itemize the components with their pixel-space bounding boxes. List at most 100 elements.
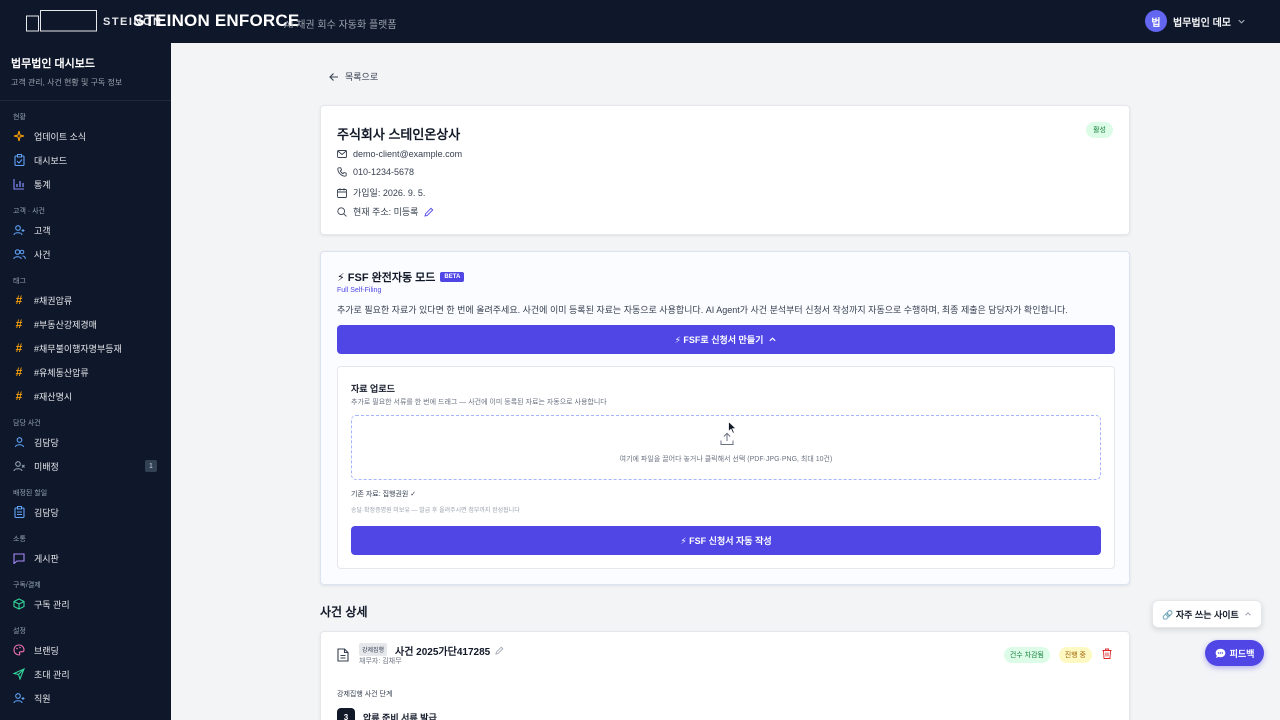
feedback-label: 피드백 <box>1229 648 1255 659</box>
search-icon <box>337 206 347 217</box>
file-dropzone[interactable]: 여기에 파일을 끌어다 놓거나 클릭해서 선택 (PDF·JPG·PNG, 최대… <box>351 415 1101 480</box>
mail-icon <box>337 150 347 158</box>
user-menu[interactable]: 법 법무법인 데모 <box>1145 10 1246 32</box>
client-joined-date: 가입일: 2026. 9. 5. <box>353 188 426 198</box>
client-joined-row: 가입일: 2026. 9. 5. <box>337 186 425 199</box>
sidebar-item-updates[interactable]: 업데이트 소식 <box>0 124 171 148</box>
pencil-icon[interactable] <box>495 646 504 655</box>
sidebar-item-branding[interactable]: 브랜딩 <box>0 638 171 662</box>
hash-icon: # <box>15 365 23 379</box>
fsf-auto-write-button[interactable]: ⚡ FSF 신청서 자동 작성 <box>351 526 1101 555</box>
sidebar-section-billing: 구독/결제 <box>13 582 41 589</box>
sidebar-item-label: 대시보드 <box>34 155 68 166</box>
main-content: 목록으로 주식회사 스테인온상사 활성 demo-client@example.… <box>171 43 1280 720</box>
sidebar-item-label: 김담당 <box>34 437 59 448</box>
client-address-row: 현재 주소: 미등록 <box>337 205 434 218</box>
fsf-auto-mode-card: ⚡ FSF 완전자동 모드 BETA Full Self-Filing 추가로 … <box>320 251 1130 585</box>
client-info-card: 주식회사 스테인온상사 활성 demo-client@example.com 0… <box>320 105 1130 235</box>
feedback-button[interactable]: 피드백 <box>1205 640 1264 666</box>
back-link[interactable]: 목록으로 <box>329 70 378 83</box>
unassigned-count-badge: 1 <box>145 460 157 472</box>
case-number-row: 사건 2025가단417285 <box>395 643 504 658</box>
sidebar-description: 고객 관리, 사건 현황 및 구독 정보 <box>11 78 123 87</box>
credit-deducted-badge: 건수 차감됨 <box>1003 647 1050 663</box>
sidebar-item-tag-movables[interactable]: # #유체동산압류 <box>0 360 171 384</box>
sidebar-section-communication: 소통 <box>13 536 26 543</box>
client-name: 주식회사 스테인온상사 <box>337 127 461 142</box>
fsf-create-button[interactable]: ⚡ FSF로 신청서 만들기 <box>337 325 1115 354</box>
status-badge: 활성 <box>1086 122 1113 138</box>
sidebar-item-tag-auction[interactable]: # #부동산강제경매 <box>0 312 171 336</box>
sidebar-item-dashboard[interactable]: 대시보드 <box>0 148 171 172</box>
hash-icon: # <box>15 341 23 355</box>
sidebar-item-staff[interactable]: 직원 <box>0 686 171 710</box>
users-icon <box>12 247 26 261</box>
sidebar-item-clients[interactable]: 고객 <box>0 218 171 242</box>
sidebar-item-label: 김담당 <box>34 507 59 518</box>
client-phone: 010-1234-5678 <box>353 167 415 177</box>
sidebar-item-label: 구독 관리 <box>34 599 70 610</box>
sidebar-item-stats[interactable]: 통계 <box>0 172 171 196</box>
sidebar-section-assigned-cases: 담당 사건 <box>13 420 41 427</box>
sidebar-item-label: 초대 관리 <box>34 669 70 680</box>
trash-icon[interactable] <box>1102 648 1112 659</box>
user-name: 법무법인 데모 <box>1173 17 1231 29</box>
clipboard-icon <box>12 153 26 167</box>
fsf-title: ⚡ FSF 완전자동 모드 <box>337 272 436 284</box>
sidebar-item-assignee-kim[interactable]: 김담당 <box>0 430 171 454</box>
upload-panel: 자료 업로드 추가로 필요한 서류를 한 번에 드래그 — 사건에 이미 등록된… <box>337 366 1115 569</box>
step-number: 3 <box>337 708 355 720</box>
frequent-sites-button[interactable]: 🔗 자주 쓰는 사이트 <box>1152 600 1262 628</box>
hash-icon: # <box>15 317 23 331</box>
arrow-left-icon <box>329 72 338 81</box>
send-icon <box>12 667 26 681</box>
chat-bubble-icon <box>1215 648 1225 658</box>
sidebar: 법무법인 대시보드 고객 관리, 사건 현황 및 구독 정보 현황 업데이트 소… <box>0 43 171 720</box>
mouse-cursor-icon <box>728 421 737 434</box>
sidebar-title: 법무법인 대시보드 <box>11 58 96 70</box>
client-email: demo-client@example.com <box>353 149 463 159</box>
sidebar-item-label: #재산명시 <box>34 391 73 402</box>
sidebar-item-tag-claims[interactable]: # #채권압류 <box>0 288 171 312</box>
fsf-create-button-label: ⚡ FSF로 신청서 만들기 <box>674 335 764 345</box>
sidebar-item-cases[interactable]: 사건 <box>0 242 171 266</box>
phone-icon <box>337 167 347 177</box>
sidebar-section-clients: 고객 · 사건 <box>13 208 45 215</box>
sidebar-item-tag-default-list[interactable]: # #채무불이행자명부등재 <box>0 336 171 360</box>
chevron-down-icon <box>1238 19 1245 24</box>
sidebar-item-unassigned[interactable]: 미배정 1 <box>0 454 171 478</box>
sidebar-item-subscription[interactable]: 구독 관리 <box>0 592 171 616</box>
sidebar-item-label: 통계 <box>34 179 51 190</box>
sidebar-item-tasks-kim[interactable]: 김담당 <box>0 500 171 524</box>
sidebar-item-tag-disclosure[interactable]: # #재산명시 <box>0 384 171 408</box>
chevron-up-icon <box>769 337 777 342</box>
case-debtor: 채무자: 김채무 <box>359 658 402 665</box>
brand-title[interactable]: STEINON ENFORCE <box>133 11 299 31</box>
sidebar-item-label: 브랜딩 <box>34 645 59 656</box>
sidebar-section-settings: 설정 <box>13 628 26 635</box>
user-x-icon <box>12 459 26 473</box>
document-icon <box>337 648 349 662</box>
sidebar-item-board[interactable]: 게시판 <box>0 546 171 570</box>
client-phone-row: 010-1234-5678 <box>337 167 414 177</box>
frequent-sites-label: 🔗 자주 쓰는 사이트 <box>1162 609 1239 620</box>
sidebar-item-label: #채권압류 <box>34 295 73 306</box>
sidebar-item-invites[interactable]: 초대 관리 <box>0 662 171 686</box>
client-address: 현재 주소: 미등록 <box>353 207 419 217</box>
sidebar-divider <box>0 100 171 101</box>
steinon-logo-icon[interactable] <box>26 10 97 32</box>
pencil-icon[interactable] <box>424 207 434 217</box>
fsf-description: 추가로 필요한 자료가 있다면 한 번에 올려주세요. 사건에 이미 등록된 자… <box>337 305 1068 315</box>
beta-badge: BETA <box>440 272 465 282</box>
sidebar-item-label: #유체동산압류 <box>34 367 89 378</box>
calendar-icon <box>337 187 347 198</box>
palette-icon <box>12 643 26 657</box>
box-icon <box>12 597 26 611</box>
sidebar-item-label: 업데이트 소식 <box>34 131 87 142</box>
dropzone-text: 여기에 파일을 끌어다 놓거나 클릭해서 선택 (PDF·JPG·PNG, 최대… <box>619 456 833 463</box>
case-number: 사건 2025가단417285 <box>395 647 491 658</box>
case-stage-label: 강제집행 사건 단계 <box>337 691 393 698</box>
bar-chart-icon <box>12 177 26 191</box>
user-plus-icon <box>12 223 26 237</box>
existing-documents: 기존 자료: 집행권원 ✓ <box>351 491 417 498</box>
